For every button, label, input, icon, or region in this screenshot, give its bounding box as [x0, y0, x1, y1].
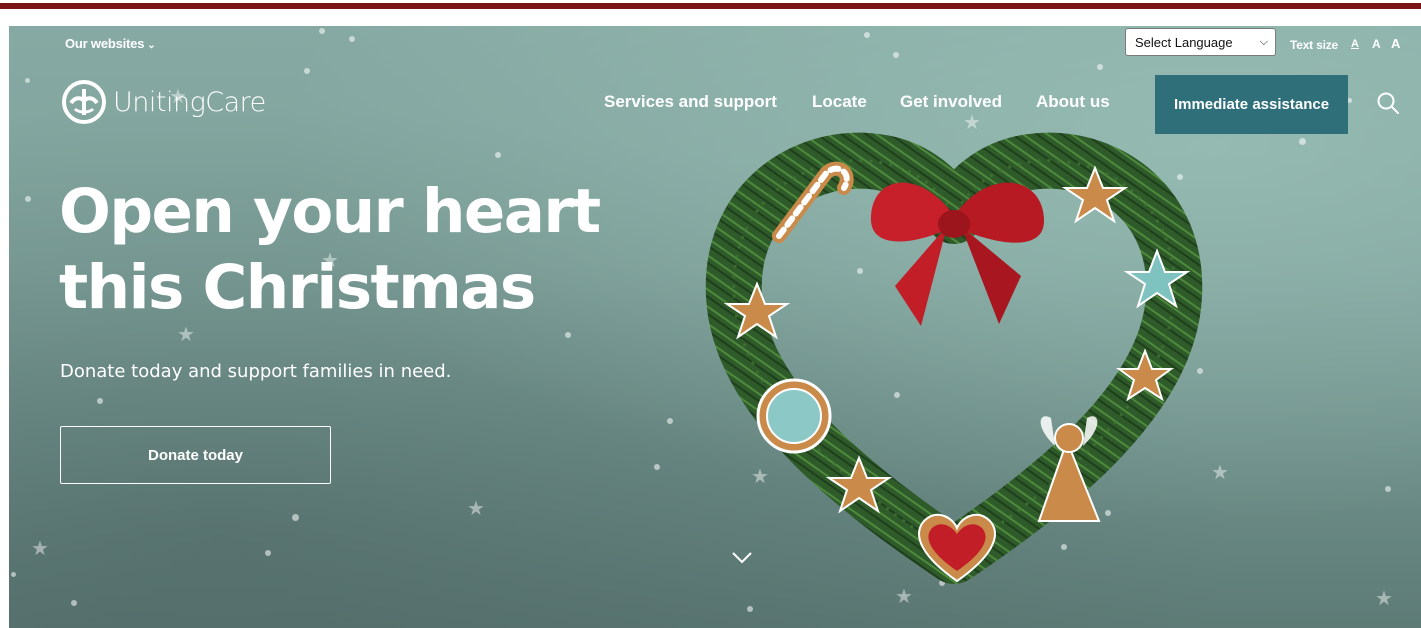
- snow-dot: [292, 514, 299, 521]
- top-border: [0, 0, 1421, 10]
- snow-dot: [495, 152, 501, 158]
- star-decoration: ★: [467, 496, 485, 520]
- nav-about-us[interactable]: About us: [1036, 92, 1110, 112]
- utility-bar: Our websites ⌄ Select Language ⌵ Text siz…: [9, 26, 1421, 60]
- text-size-large-button[interactable]: A: [1391, 36, 1400, 51]
- christmas-heart-wreath-image: [705, 132, 1203, 584]
- snow-dot: [304, 68, 310, 74]
- immediate-assistance-button[interactable]: Immediate assistance: [1155, 75, 1348, 134]
- our-websites-menu[interactable]: Our websites ⌄: [65, 36, 156, 51]
- snow-dot: [565, 332, 571, 338]
- star-decoration: ★: [31, 536, 49, 560]
- search-icon[interactable]: [1375, 90, 1401, 116]
- snow-dot: [25, 78, 30, 83]
- star-decoration: ★: [895, 584, 913, 608]
- nav-get-involved[interactable]: Get involved: [900, 92, 1002, 112]
- donate-today-button[interactable]: Donate today: [60, 426, 331, 484]
- scroll-down-chevron-icon[interactable]: [731, 550, 753, 566]
- snow-dot: [1299, 138, 1306, 145]
- nav-locate[interactable]: Locate: [812, 92, 867, 112]
- hero-title-line-2: this Christmas: [59, 252, 536, 323]
- snow-dot: [1097, 64, 1103, 70]
- hero-banner: ★ ★ ★ ★ ★ ★ ★ ★ ★ ★ Our websites ⌄ Selec…: [9, 26, 1421, 628]
- chevron-down-icon: ⌄: [147, 40, 156, 51]
- brand-accent-bar: [0, 3, 1421, 9]
- text-size-small-button[interactable]: A: [1351, 38, 1359, 50]
- star-decoration: ★: [1375, 586, 1393, 610]
- snow-dot: [1385, 486, 1391, 492]
- text-size-medium-button[interactable]: A: [1372, 37, 1381, 51]
- hero-subtitle: Donate today and support families in nee…: [60, 361, 452, 382]
- uniting-care-logo[interactable]: UnitingCare: [61, 79, 266, 125]
- language-select[interactable]: Select Language ⌵: [1125, 28, 1276, 56]
- snow-dot: [667, 418, 673, 424]
- snow-dot: [654, 464, 660, 470]
- nav-services-and-support[interactable]: Services and support: [604, 92, 777, 112]
- chevron-down-icon: ⌵: [1259, 36, 1268, 48]
- hero-title-line-1: Open your heart: [59, 176, 601, 247]
- snow-dot: [71, 600, 77, 606]
- our-websites-label: Our websites: [65, 36, 145, 51]
- snow-dot: [747, 606, 753, 612]
- snow-dot: [265, 550, 271, 556]
- snow-dot: [25, 196, 31, 202]
- text-size-label: Text size: [1290, 38, 1338, 52]
- language-select-value: Select Language: [1135, 34, 1233, 50]
- uniting-care-emblem-icon: [62, 80, 106, 124]
- brand-name: UnitingCare: [113, 86, 266, 118]
- snow-dot: [97, 398, 103, 404]
- hero-title: Open your heart this Christmas: [59, 174, 679, 326]
- snow-dot: [11, 572, 16, 577]
- star-decoration: ★: [1211, 460, 1229, 484]
